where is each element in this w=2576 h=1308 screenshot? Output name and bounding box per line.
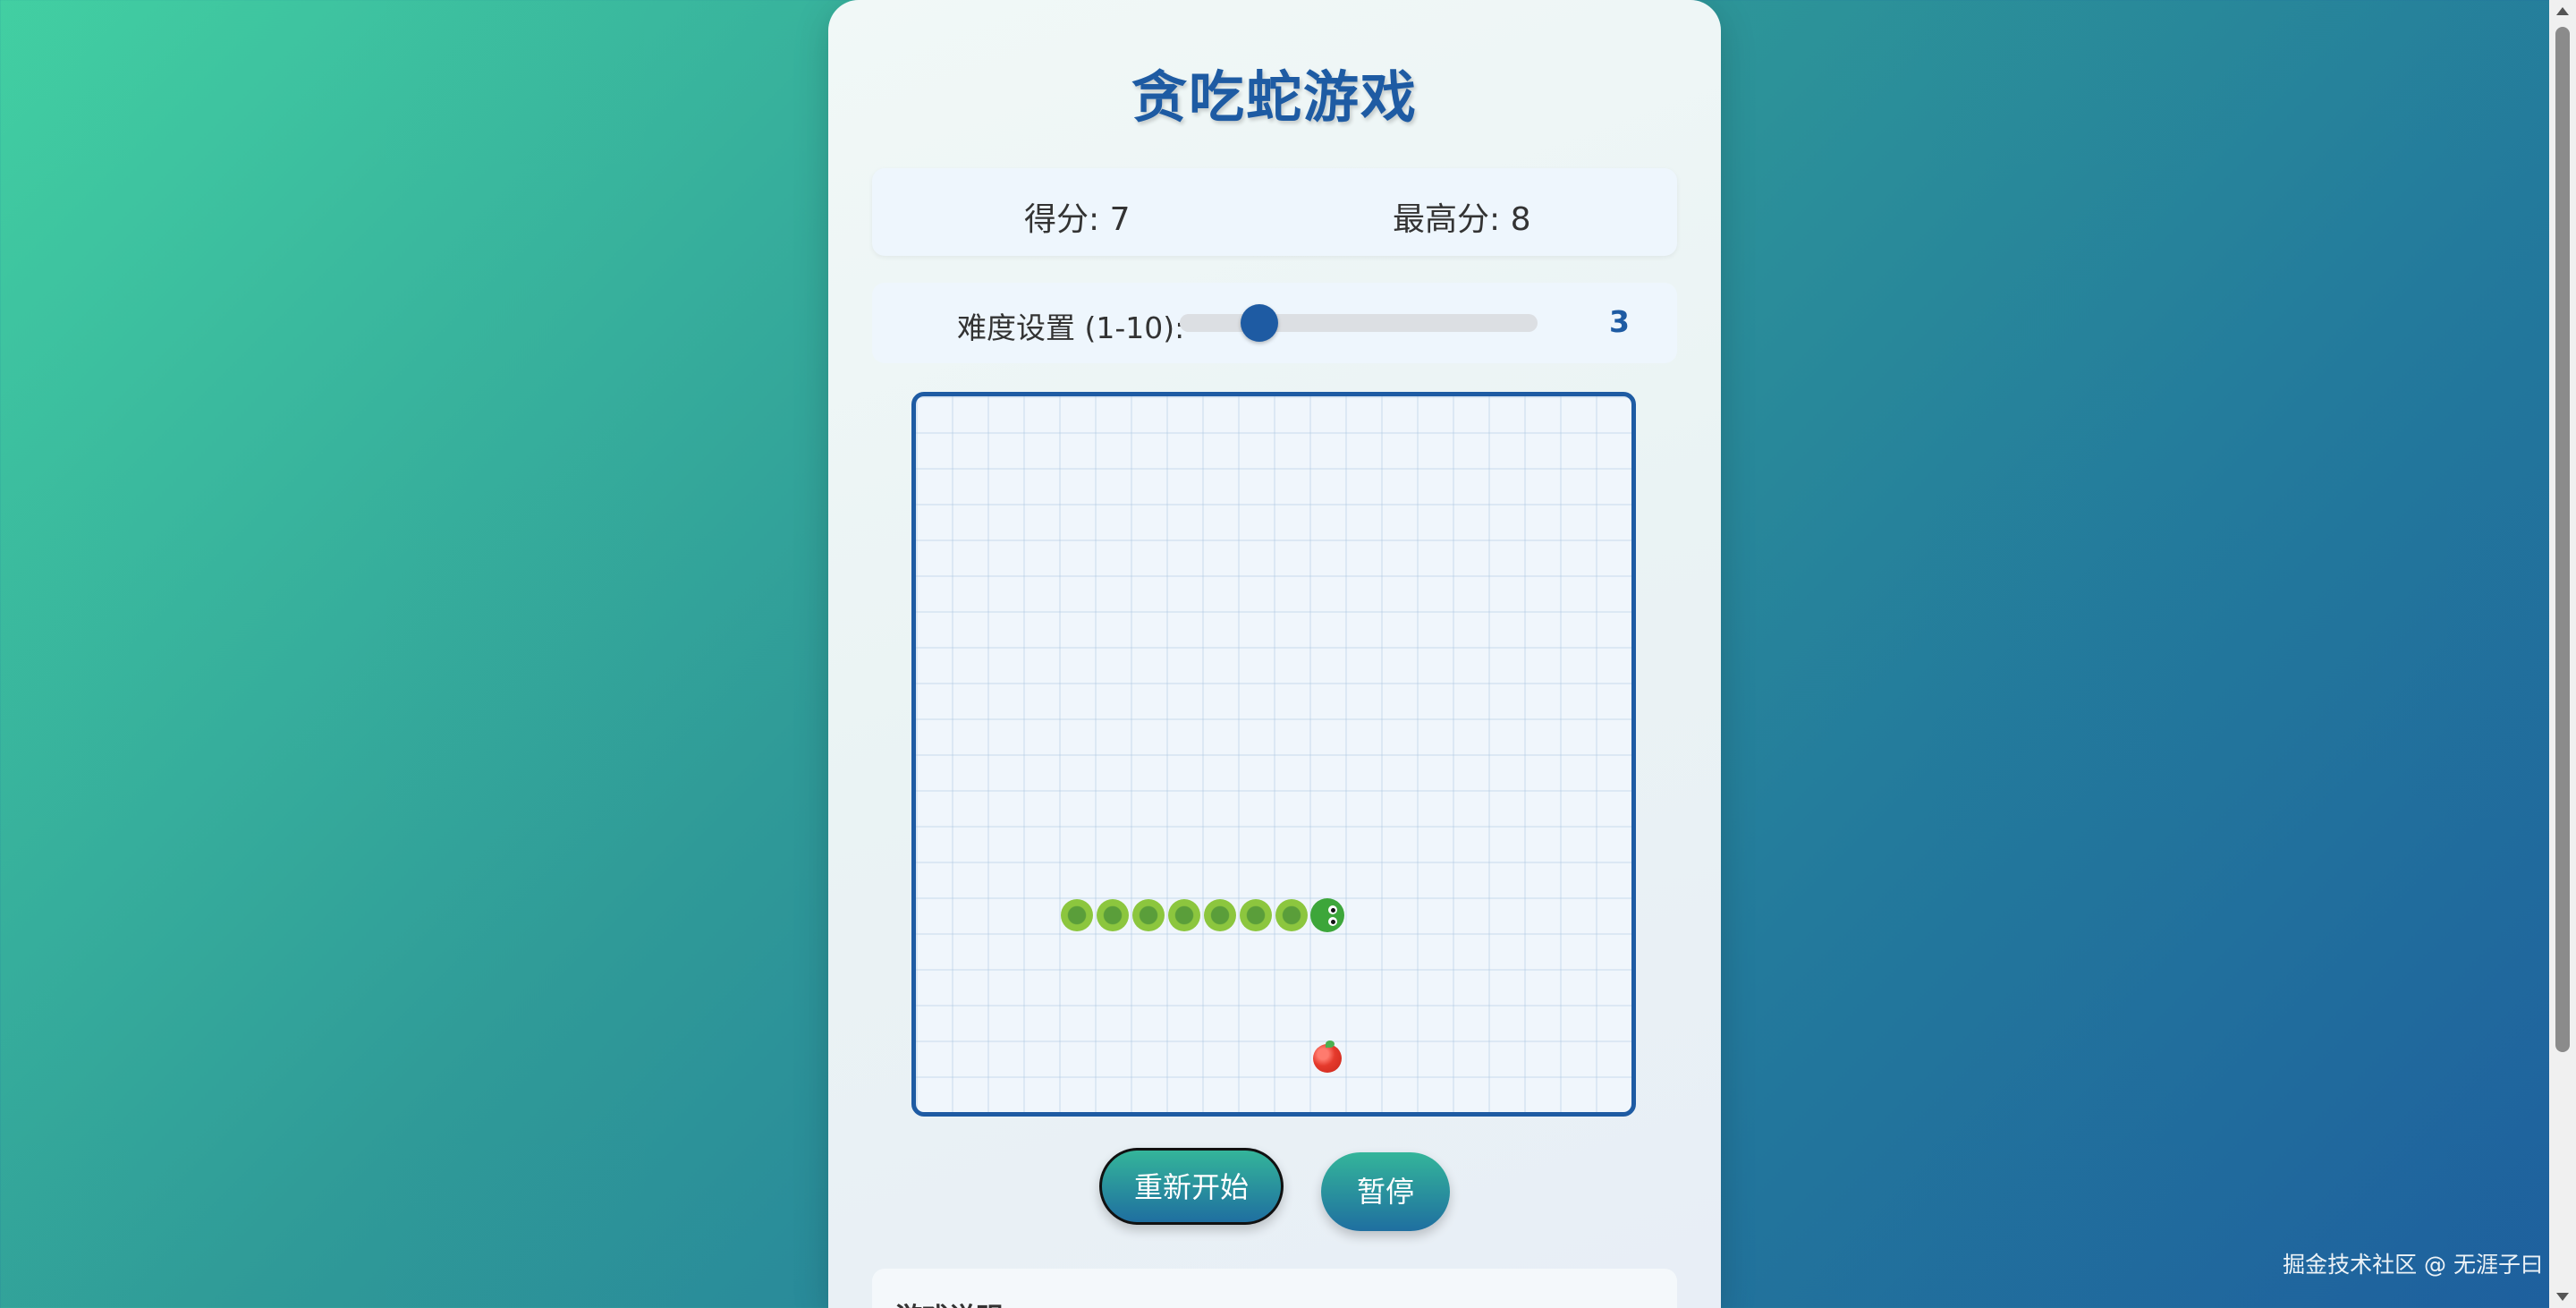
score-panel: 得分: 7 最高分: 8 [872, 168, 1677, 256]
snake-head [1310, 898, 1344, 932]
watermark: 掘金技术社区 @ 无涯子曰 [2283, 1252, 2543, 1278]
scroll-down-icon[interactable] [2556, 1293, 2569, 1301]
scrollbar[interactable] [2549, 0, 2576, 1308]
snake-segment [1097, 899, 1129, 931]
difficulty-label: 难度设置 (1-10): [957, 310, 1185, 345]
difficulty-slider[interactable] [1180, 304, 1538, 342]
food-leaf-icon [1326, 1040, 1335, 1048]
page-title: 贪吃蛇游戏 [1131, 64, 1418, 130]
high-score-display: 最高分: 8 [1393, 201, 1531, 238]
game-board[interactable] [911, 392, 1636, 1117]
snake-segment [1240, 899, 1272, 931]
difficulty-value: 3 [1609, 304, 1630, 339]
snake-segment [1061, 899, 1093, 931]
snake-segment [1168, 899, 1200, 931]
difficulty-panel: 难度设置 (1-10): 3 [872, 283, 1677, 363]
scrollbar-thumb[interactable] [2555, 27, 2570, 1052]
instructions-panel: 游戏说明 [872, 1269, 1677, 1308]
snake-segment [1132, 899, 1165, 931]
score-display: 得分: 7 [1024, 201, 1131, 238]
snake-segment [1204, 899, 1236, 931]
snake-segment [1275, 899, 1308, 931]
food-apple-icon [1313, 1040, 1342, 1073]
snake-eye-icon [1328, 917, 1337, 926]
instructions-title: 游戏说明 [895, 1295, 1003, 1308]
snake-eye-icon [1328, 905, 1337, 914]
pause-button[interactable]: 暂停 [1321, 1152, 1450, 1231]
scroll-up-icon[interactable] [2556, 7, 2569, 15]
restart-button[interactable]: 重新开始 [1099, 1148, 1284, 1225]
slider-thumb[interactable] [1240, 304, 1278, 342]
game-card: 贪吃蛇游戏 得分: 7 最高分: 8 难度设置 (1-10): 3 重新开始 暂… [828, 0, 1721, 1308]
